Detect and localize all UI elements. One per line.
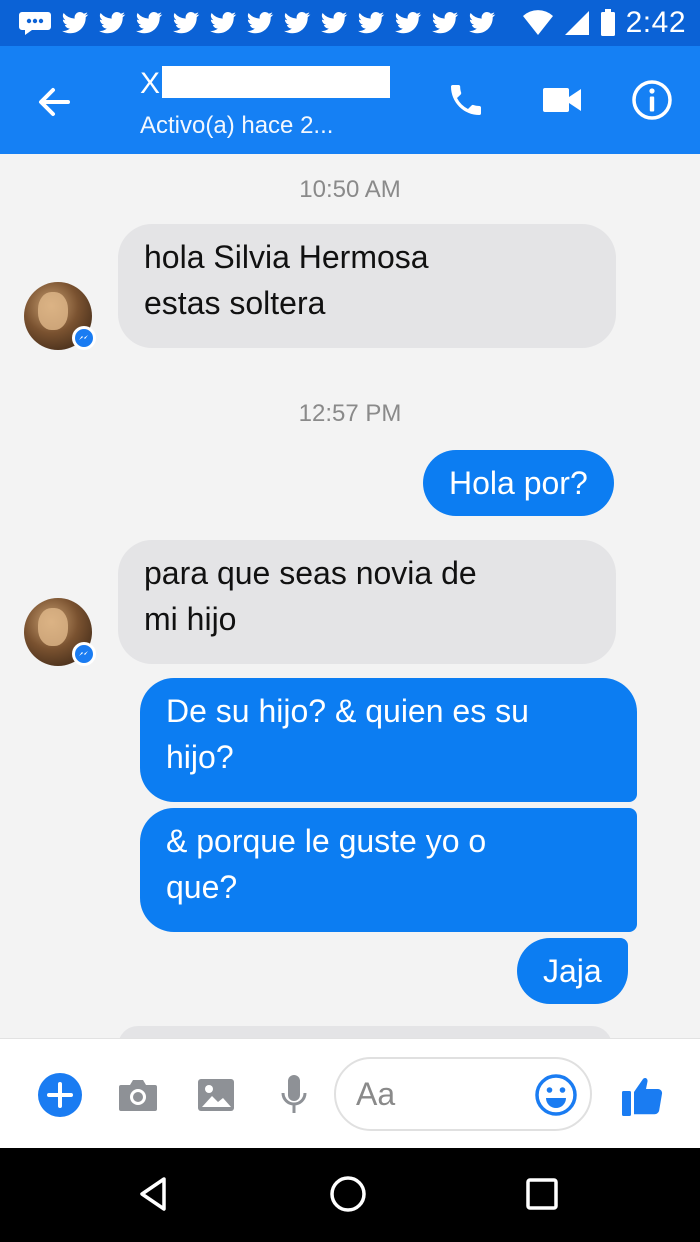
twitter-notification-icon [321,11,348,34]
message-line: & porque le guste yo o [166,823,487,859]
twitter-notification-icon [99,11,126,34]
contact-avatar[interactable] [24,598,96,666]
message-line: para que seas novia de [144,555,477,591]
nav-home-button[interactable] [322,1168,374,1220]
nav-back-button[interactable] [128,1168,180,1220]
gallery-button[interactable] [190,1069,242,1121]
recents-square-icon [526,1178,558,1210]
status-bar: 2:42 [0,0,700,46]
info-icon [632,80,672,120]
android-navigation-bar [0,1148,700,1242]
more-actions-button[interactable] [34,1069,86,1121]
twitter-notification-icon [395,11,422,34]
battery-icon [600,9,615,36]
microphone-icon [281,1075,307,1113]
camera-button[interactable] [112,1069,164,1121]
twitter-notification-icon [432,11,459,34]
twitter-notification-icon [469,11,496,34]
back-arrow-icon [39,88,70,116]
contact-info[interactable]: X Activo(a) hace 2... [140,66,440,140]
message-input-container[interactable] [334,1057,592,1131]
message-input[interactable] [356,1071,526,1117]
notification-icons [18,10,496,36]
message-line: Hola por? [449,465,588,501]
phone-icon [451,85,481,115]
name-redaction-box [162,66,390,98]
message-thread[interactable]: 10:50 AM hola Silvia Hermosa estas solte… [0,154,700,1038]
clock: 2:42 [625,6,686,39]
message-composer [0,1038,700,1148]
signal-icon [564,11,589,35]
send-like-button[interactable] [614,1067,672,1125]
gallery-icon [198,1079,234,1111]
message-notification-icon [19,12,51,35]
messenger-badge-icon [72,326,96,350]
twitter-notification-icon [210,11,237,34]
message-line: mi hijo [144,601,237,637]
home-circle-icon [330,1176,366,1212]
sent-message-bubble[interactable]: De su hijo? & quien es su hijo? [140,678,637,802]
message-line: De su hijo? & quien es su [166,693,529,729]
system-icons: 2:42 [522,6,686,40]
sent-message-bubble[interactable]: & porque le guste yo o que? [140,808,637,932]
message-timestamp: 10:50 AM [299,176,401,203]
nav-recents-button[interactable] [516,1168,568,1220]
message-line: Jaja [543,953,602,989]
sent-message-bubble[interactable]: Hola por? [423,450,614,516]
wifi-icon [522,10,553,36]
message-line: hijo? [166,739,234,775]
twitter-notification-icon [284,11,311,34]
video-call-button[interactable] [538,76,586,124]
voice-call-button[interactable] [442,76,490,124]
received-message-bubble[interactable]: para que seas novia de mi hijo [118,540,616,664]
emoji-button[interactable] [532,1071,580,1119]
voice-message-button[interactable] [268,1069,320,1121]
plus-icon [38,1073,82,1117]
twitter-notification-icon [358,11,385,34]
camera-icon [119,1080,157,1111]
twitter-notification-icon [247,11,274,34]
contact-name: X [140,67,161,100]
thumbs-up-icon [622,1077,663,1116]
contact-avatar[interactable] [24,282,96,350]
contact-active-status: Activo(a) hace 2... [140,112,334,139]
message-line: estas soltera [144,285,326,321]
message-timestamp: 12:57 PM [298,400,402,427]
back-button[interactable] [28,76,80,128]
twitter-notification-icon [62,11,89,34]
conversation-info-button[interactable] [628,76,676,124]
messenger-badge-icon [72,642,96,666]
message-line: que? [166,869,238,905]
emoji-icon [535,1074,577,1116]
back-triangle-icon [140,1177,166,1211]
received-message-bubble[interactable]: hola Silvia Hermosa estas soltera [118,224,616,348]
conversation-header: X Activo(a) hace 2... [0,46,700,154]
video-camera-icon [543,88,581,112]
twitter-notification-icon [173,11,200,34]
sent-message-bubble[interactable]: Jaja [517,938,628,1004]
partially-visible-message-bubble[interactable] [118,1026,612,1038]
twitter-notification-icon [136,11,163,34]
message-line: hola Silvia Hermosa [144,239,429,275]
